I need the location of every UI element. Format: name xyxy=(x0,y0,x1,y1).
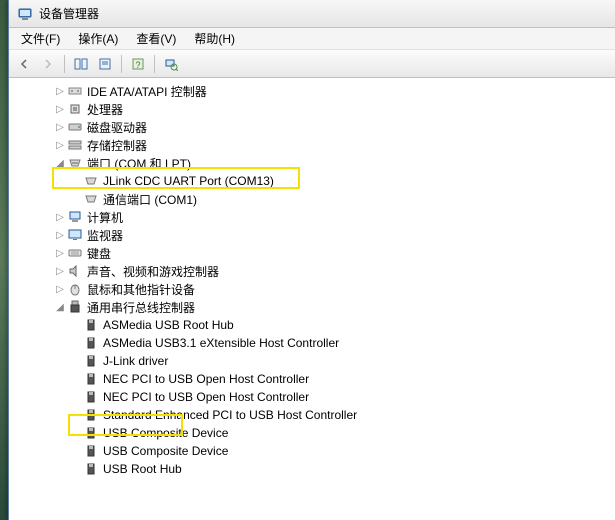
usb-device-icon xyxy=(83,389,99,405)
tree-node-usb-jlink[interactable]: J-Link driver xyxy=(9,352,615,370)
monitor-icon xyxy=(67,227,83,243)
menu-file[interactable]: 文件(F) xyxy=(13,28,68,49)
usb-device-icon xyxy=(83,335,99,351)
storage-icon xyxy=(67,137,83,153)
tree-node-usb-child[interactable]: Standard Enhanced PCI to USB Host Contro… xyxy=(9,406,615,424)
window-title: 设备管理器 xyxy=(39,5,99,22)
tree-node-mouse[interactable]: ▷ 鼠标和其他指针设备 xyxy=(9,280,615,298)
expander-icon[interactable]: ◢ xyxy=(53,156,67,170)
keyboard-icon xyxy=(67,245,83,261)
tree-node-monitor[interactable]: ▷ 监视器 xyxy=(9,226,615,244)
menu-view[interactable]: 查看(V) xyxy=(128,28,184,49)
expander-icon[interactable]: ▷ xyxy=(53,282,67,296)
port-icon xyxy=(67,155,83,171)
usb-device-icon xyxy=(83,371,99,387)
mouse-icon xyxy=(67,281,83,297)
device-manager-window: 设备管理器 文件(F) 操作(A) 查看(V) 帮助(H) ? ▷ IDE AT… xyxy=(8,0,615,520)
usb-device-icon xyxy=(83,317,99,333)
computer-icon xyxy=(67,209,83,225)
usb-device-icon xyxy=(83,353,99,369)
cpu-icon xyxy=(67,101,83,117)
device-tree[interactable]: ▷ IDE ATA/ATAPI 控制器 ▷ 处理器 ▷ 磁盘驱动器 ▷ 存储控制… xyxy=(9,78,615,520)
menu-help[interactable]: 帮助(H) xyxy=(186,28,243,49)
usb-device-icon xyxy=(83,443,99,459)
tree-node-ide[interactable]: ▷ IDE ATA/ATAPI 控制器 xyxy=(9,82,615,100)
tree-node-keyboard[interactable]: ▷ 键盘 xyxy=(9,244,615,262)
tree-node-usb-child[interactable]: USB Composite Device xyxy=(9,442,615,460)
tree-node-usb[interactable]: ◢ 通用串行总线控制器 xyxy=(9,298,615,316)
tree-node-port-com1[interactable]: 通信端口 (COM1) xyxy=(9,190,615,208)
expander-icon[interactable]: ▷ xyxy=(53,264,67,278)
tree-node-usb-child[interactable]: USB Root Hub xyxy=(9,460,615,478)
help-button[interactable]: ? xyxy=(127,53,149,75)
expander-icon[interactable]: ▷ xyxy=(53,246,67,260)
tree-node-storage[interactable]: ▷ 存储控制器 xyxy=(9,136,615,154)
usb-device-icon xyxy=(83,407,99,423)
menubar: 文件(F) 操作(A) 查看(V) 帮助(H) xyxy=(9,28,615,50)
tree-node-usb-child[interactable]: NEC PCI to USB Open Host Controller xyxy=(9,388,615,406)
expander-icon[interactable]: ▷ xyxy=(53,228,67,242)
usb-icon xyxy=(67,299,83,315)
controller-icon xyxy=(67,83,83,99)
expander-icon[interactable]: ▷ xyxy=(53,210,67,224)
svg-text:?: ? xyxy=(135,60,140,70)
tree-node-usb-child[interactable]: ASMedia USB Root Hub xyxy=(9,316,615,334)
scan-button[interactable] xyxy=(160,53,182,75)
toolbar: ? xyxy=(9,50,615,78)
forward-button[interactable] xyxy=(37,53,59,75)
tree-node-ports[interactable]: ◢ 端口 (COM 和 LPT) xyxy=(9,154,615,172)
expander-icon[interactable]: ◢ xyxy=(53,300,67,314)
tree-node-port-jlink[interactable]: JLink CDC UART Port (COM13) xyxy=(9,172,615,190)
port-icon xyxy=(83,173,99,189)
menu-action[interactable]: 操作(A) xyxy=(70,28,126,49)
tree-node-computer[interactable]: ▷ 计算机 xyxy=(9,208,615,226)
usb-device-icon xyxy=(83,461,99,477)
sound-icon xyxy=(67,263,83,279)
expander-icon[interactable]: ▷ xyxy=(53,102,67,116)
tree-node-usb-child[interactable]: ASMedia USB3.1 eXtensible Host Controlle… xyxy=(9,334,615,352)
expander-icon[interactable]: ▷ xyxy=(53,84,67,98)
usb-device-icon xyxy=(83,425,99,441)
port-icon xyxy=(83,191,99,207)
titlebar: 设备管理器 xyxy=(9,0,615,28)
expander-icon[interactable]: ▷ xyxy=(53,120,67,134)
tree-node-usb-child[interactable]: USB Composite Device xyxy=(9,424,615,442)
show-hidden-button[interactable] xyxy=(70,53,92,75)
disk-icon xyxy=(67,119,83,135)
back-button[interactable] xyxy=(13,53,35,75)
tree-node-sound[interactable]: ▷ 声音、视频和游戏控制器 xyxy=(9,262,615,280)
tree-node-cpu[interactable]: ▷ 处理器 xyxy=(9,100,615,118)
tree-node-usb-child[interactable]: NEC PCI to USB Open Host Controller xyxy=(9,370,615,388)
properties-button[interactable] xyxy=(94,53,116,75)
expander-icon[interactable]: ▷ xyxy=(53,138,67,152)
tree-node-disk[interactable]: ▷ 磁盘驱动器 xyxy=(9,118,615,136)
app-icon xyxy=(17,6,33,22)
